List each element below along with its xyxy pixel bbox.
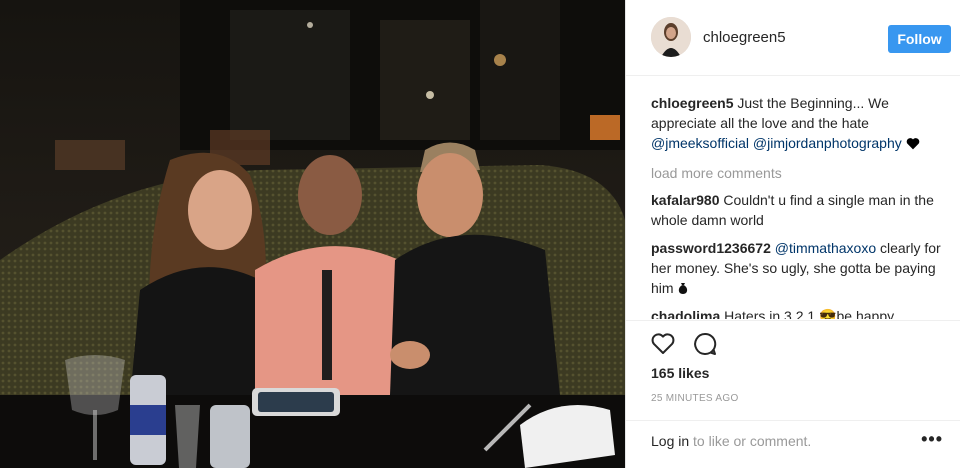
post-timestamp: 25 MINUTES AGO xyxy=(651,393,739,404)
comment-username[interactable]: chadolima xyxy=(651,308,720,319)
comment-item: chadolima Haters in 3 2 1 😎be happy xyxy=(651,306,951,319)
instagram-post-embed: chloegreen5 Follow chloegreen5 Just the … xyxy=(0,0,960,468)
comment-username[interactable]: password1236672 xyxy=(651,240,771,256)
load-more-comments-link[interactable]: load more comments xyxy=(651,163,951,183)
likes-count[interactable]: 165 likes xyxy=(651,365,709,381)
comment-item: password1236672 @timmathaxoxo clearly fo… xyxy=(651,238,951,298)
post-footer: Log in to like or comment. ••• xyxy=(626,420,960,468)
black-heart-emoji-icon xyxy=(906,135,920,155)
post-header: chloegreen5 Follow xyxy=(626,0,960,76)
caption-mention[interactable]: @jmeeksofficial xyxy=(651,135,749,151)
avatar-image xyxy=(651,17,691,57)
more-options-icon[interactable]: ••• xyxy=(921,429,943,450)
comment-mention[interactable]: @timmathaxoxo xyxy=(775,240,876,256)
post-sidebar: chloegreen5 Follow chloegreen5 Just the … xyxy=(625,0,960,468)
login-prompt: Log in to like or comment. xyxy=(651,433,811,449)
comment-text: Haters in 3 2 1 😎be happy xyxy=(724,308,895,319)
post-photo xyxy=(0,0,625,468)
comments-section: chloegreen5 Just the Beginning... We app… xyxy=(651,93,951,319)
username-link[interactable]: chloegreen5 xyxy=(703,29,786,46)
heart-icon[interactable] xyxy=(650,331,676,357)
caption-mention[interactable]: @jimjordanphotography xyxy=(753,135,902,151)
caption: chloegreen5 Just the Beginning... We app… xyxy=(651,93,951,155)
login-prompt-text: to like or comment. xyxy=(689,433,812,449)
photo-illustration xyxy=(0,0,625,468)
comment-username[interactable]: kafalar980 xyxy=(651,192,720,208)
money-bag-emoji-icon xyxy=(677,280,689,296)
avatar[interactable] xyxy=(651,17,691,57)
login-link[interactable]: Log in xyxy=(651,433,689,449)
comment-icon[interactable] xyxy=(692,331,718,357)
caption-username[interactable]: chloegreen5 xyxy=(651,95,733,111)
follow-button[interactable]: Follow xyxy=(888,25,951,53)
comment-item: kafalar980 Couldn't u find a single man … xyxy=(651,190,951,230)
